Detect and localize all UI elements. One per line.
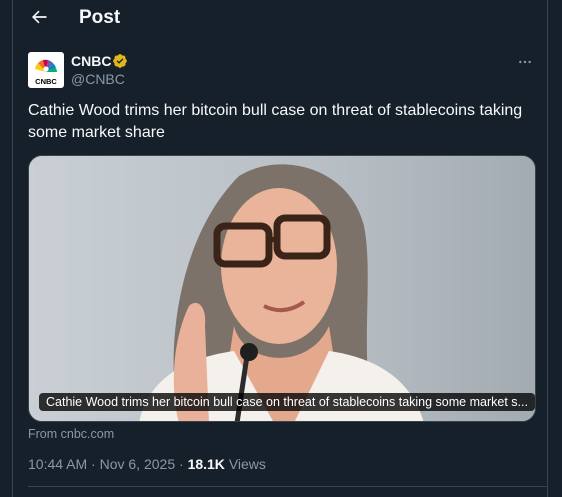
author-handle[interactable]: @CNBC <box>71 71 125 87</box>
meta-separator: · <box>91 456 96 472</box>
card-source[interactable]: From cnbc.com <box>28 427 114 441</box>
more-options-icon[interactable] <box>517 54 533 70</box>
divider <box>28 486 547 487</box>
post-time[interactable]: 10:44 AM <box>28 456 87 472</box>
verified-badge-icon <box>113 54 127 68</box>
link-card[interactable]: Cathie Wood trims her bitcoin bull case … <box>28 155 536 422</box>
article-photo <box>29 156 535 421</box>
post-text: Cathie Wood trims her bitcoin bull case … <box>28 102 523 141</box>
avatar[interactable]: CNBC <box>28 52 64 88</box>
cnbc-logo-icon: CNBC <box>35 59 57 86</box>
card-caption: Cathie Wood trims her bitcoin bull case … <box>39 393 535 411</box>
svg-text:CNBC: CNBC <box>35 77 57 86</box>
back-arrow-icon[interactable] <box>29 7 49 27</box>
author-name[interactable]: CNBC <box>71 53 111 69</box>
header: Post <box>13 0 547 36</box>
post-view: Post CNBC CNBC @CNBC Cathie Wood trims h… <box>12 0 548 497</box>
views-label: Views <box>228 456 266 472</box>
post-meta: 10:44 AM · Nov 6, 2025 · 18.1K Views <box>28 456 266 472</box>
post-date[interactable]: Nov 6, 2025 <box>100 456 176 472</box>
meta-separator: · <box>179 456 184 472</box>
page-title: Post <box>79 7 121 28</box>
views-count: 18.1K <box>187 456 225 472</box>
